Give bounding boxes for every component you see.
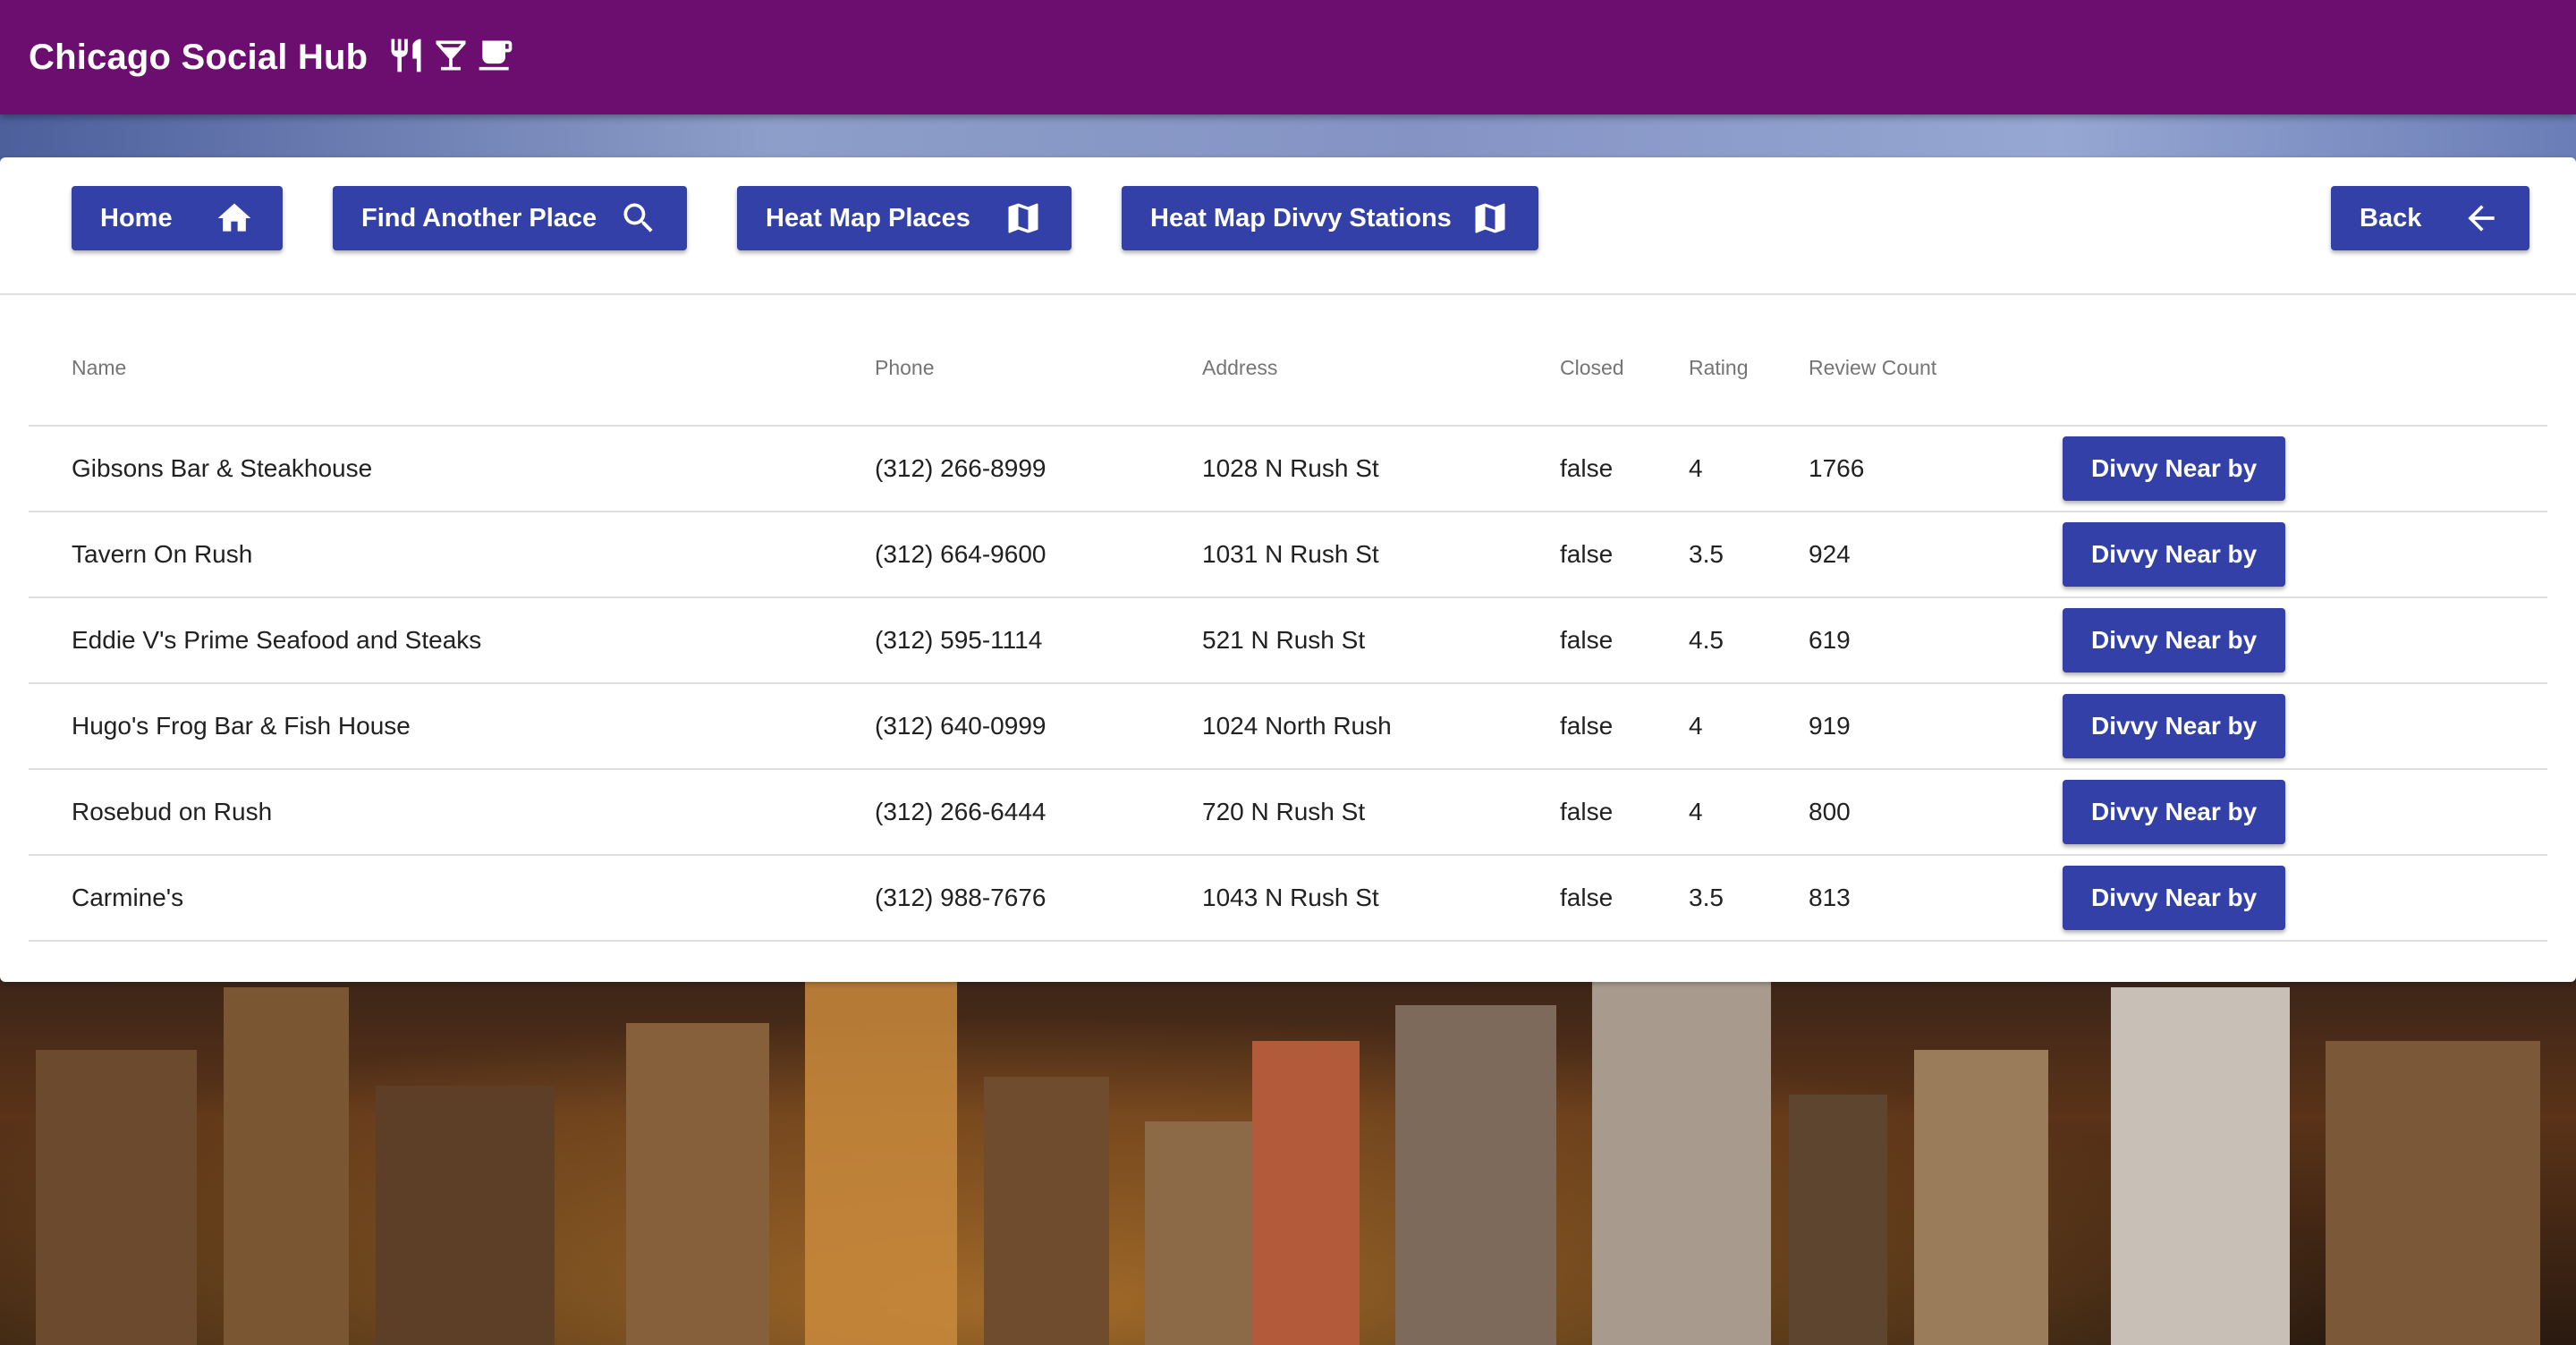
cell-closed: false	[1517, 426, 1646, 512]
cell-rating: 4	[1646, 426, 1766, 512]
table-row: Gibsons Bar & Steakhouse (312) 266-8999 …	[29, 426, 2547, 512]
toolbar: Home Find Another Place Heat Map Places …	[0, 157, 2576, 295]
cell-action: Divvy Near by	[2020, 855, 2547, 942]
header-closed: Closed	[1517, 311, 1646, 427]
cell-phone: (312) 988-7676	[832, 855, 1159, 942]
cell-phone: (312) 595-1114	[832, 597, 1159, 684]
cell-action: Divvy Near by	[2020, 597, 2547, 684]
header-address: Address	[1159, 311, 1517, 427]
divvy-near-by-button[interactable]: Divvy Near by	[2063, 780, 2286, 844]
cell-name: Gibsons Bar & Steakhouse	[29, 426, 832, 512]
cell-review-count: 924	[1766, 512, 2020, 598]
cell-closed: false	[1517, 855, 1646, 942]
header-rating: Rating	[1646, 311, 1766, 427]
divvy-near-by-button[interactable]: Divvy Near by	[2063, 436, 2286, 501]
cell-phone: (312) 266-8999	[832, 426, 1159, 512]
cell-closed: false	[1517, 512, 1646, 598]
app-bar: Chicago Social Hub	[0, 0, 2576, 114]
coffee-icon	[479, 40, 513, 71]
cell-action: Divvy Near by	[2020, 426, 2547, 512]
cell-closed: false	[1517, 683, 1646, 770]
cocktail-icon	[436, 40, 466, 71]
cell-name: Tavern On Rush	[29, 512, 832, 598]
cell-rating: 4.5	[1646, 597, 1766, 684]
table-row: Hugo's Frog Bar & Fish House (312) 640-0…	[29, 683, 2547, 770]
cell-closed: false	[1517, 597, 1646, 684]
cell-rating: 3.5	[1646, 855, 1766, 942]
home-button-label: Home	[100, 203, 173, 233]
header-phone: Phone	[832, 311, 1159, 427]
table-row: Rosebud on Rush (312) 266-6444 720 N Rus…	[29, 769, 2547, 856]
cell-phone: (312) 640-0999	[832, 683, 1159, 770]
find-another-place-button[interactable]: Find Another Place	[333, 186, 687, 250]
divvy-near-by-button[interactable]: Divvy Near by	[2063, 608, 2286, 672]
back-button[interactable]: Back	[2331, 186, 2529, 250]
divvy-near-by-button[interactable]: Divvy Near by	[2063, 522, 2286, 587]
places-table: Name Phone Address Closed Rating Review …	[29, 311, 2547, 942]
search-icon	[623, 203, 653, 233]
cell-address: 1043 N Rush St	[1159, 855, 1517, 942]
heat-divvy-label: Heat Map Divvy Stations	[1150, 203, 1452, 233]
home-button[interactable]: Home	[72, 186, 283, 250]
cell-review-count: 619	[1766, 597, 2020, 684]
arrow-back-icon	[2468, 205, 2495, 232]
cell-phone: (312) 664-9600	[832, 512, 1159, 598]
table-row: Tavern On Rush (312) 664-9600 1031 N Rus…	[29, 512, 2547, 598]
cell-review-count: 800	[1766, 769, 2020, 856]
map-icon	[1008, 203, 1038, 233]
heat-map-divvy-stations-button[interactable]: Heat Map Divvy Stations	[1122, 186, 1538, 250]
cell-action: Divvy Near by	[2020, 769, 2547, 856]
background-city-image	[0, 966, 2576, 1345]
cell-rating: 3.5	[1646, 512, 1766, 598]
cell-address: 1031 N Rush St	[1159, 512, 1517, 598]
divvy-near-by-button[interactable]: Divvy Near by	[2063, 694, 2286, 758]
cell-closed: false	[1517, 769, 1646, 856]
cell-action: Divvy Near by	[2020, 512, 2547, 598]
back-button-label: Back	[2360, 203, 2422, 233]
cell-rating: 4	[1646, 683, 1766, 770]
home-icon	[217, 203, 251, 232]
cell-address: 1028 N Rush St	[1159, 426, 1517, 512]
cell-review-count: 1766	[1766, 426, 2020, 512]
cell-rating: 4	[1646, 769, 1766, 856]
app-icon-group	[386, 36, 515, 79]
table-row: Carmine's (312) 988-7676 1043 N Rush St …	[29, 855, 2547, 942]
cell-phone: (312) 266-6444	[832, 769, 1159, 856]
cell-name: Eddie V's Prime Seafood and Steaks	[29, 597, 832, 684]
divvy-near-by-button[interactable]: Divvy Near by	[2063, 866, 2286, 930]
app-title: Chicago Social Hub	[29, 38, 369, 77]
map-icon	[1475, 203, 1505, 233]
cell-name: Rosebud on Rush	[29, 769, 832, 856]
cell-name: Carmine's	[29, 855, 832, 942]
cell-address: 521 N Rush St	[1159, 597, 1517, 684]
table-row: Eddie V's Prime Seafood and Steaks (312)…	[29, 597, 2547, 684]
cell-address: 720 N Rush St	[1159, 769, 1517, 856]
heat-places-label: Heat Map Places	[766, 203, 970, 233]
cell-review-count: 919	[1766, 683, 2020, 770]
cell-address: 1024 North Rush	[1159, 683, 1517, 770]
find-button-label: Find Another Place	[361, 203, 597, 233]
restaurant-icon	[391, 38, 421, 72]
header-name: Name	[29, 311, 832, 427]
header-actions	[2020, 311, 2547, 427]
table-header-row: Name Phone Address Closed Rating Review …	[29, 311, 2547, 427]
cell-name: Hugo's Frog Bar & Fish House	[29, 683, 832, 770]
cell-review-count: 813	[1766, 855, 2020, 942]
heat-map-places-button[interactable]: Heat Map Places	[737, 186, 1072, 250]
cell-action: Divvy Near by	[2020, 683, 2547, 770]
header-review-count: Review Count	[1766, 311, 2020, 427]
